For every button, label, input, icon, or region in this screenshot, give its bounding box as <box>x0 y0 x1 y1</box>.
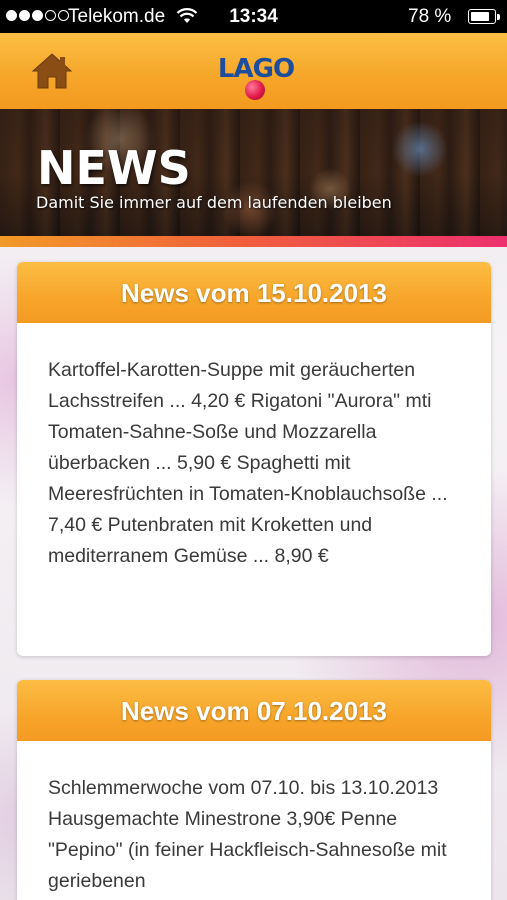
news-card-body: Kartoffel-Karotten-Suppe mit geräucherte… <box>48 359 448 567</box>
banner-title: NEWS <box>37 141 191 195</box>
home-icon[interactable] <box>30 51 74 91</box>
banner-subtitle: Damit Sie immer auf dem laufenden bleibe… <box>36 193 392 212</box>
banner-divider <box>0 236 507 247</box>
news-card[interactable]: News vom 07.10.2013 Schlemmerwoche vom 0… <box>17 680 491 900</box>
news-card-title: News vom 07.10.2013 <box>17 680 491 741</box>
bowling-ball-icon <box>245 80 265 100</box>
news-banner: NEWS Damit Sie immer auf dem laufenden b… <box>0 109 507 236</box>
news-card-body: Schlemmerwoche vom 07.10. bis 13.10.2013… <box>48 777 447 892</box>
battery-percentage: 78 % <box>408 6 452 27</box>
news-card[interactable]: News vom 15.10.2013 Kartoffel-Karotten-S… <box>17 262 491 656</box>
status-bar: Telekom.de 13:34 78 % <box>0 0 507 33</box>
news-card-title: News vom 15.10.2013 <box>17 262 491 323</box>
app-header: LAGO <box>0 33 507 109</box>
battery-icon <box>468 9 500 24</box>
lago-logo: LAGO <box>216 50 296 102</box>
